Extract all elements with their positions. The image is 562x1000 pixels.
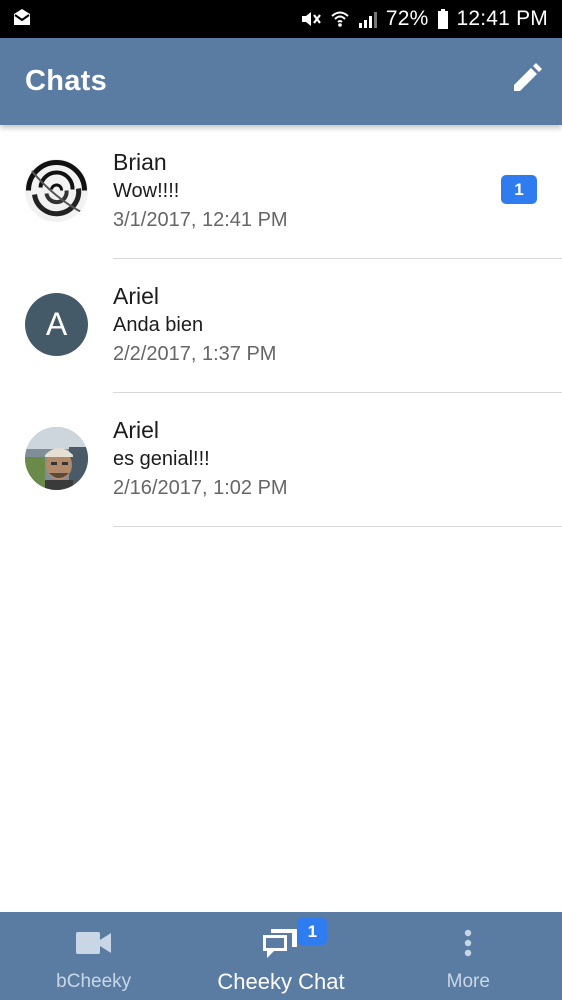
nav-label: More (446, 971, 490, 992)
bottom-nav: bCheeky 1 Cheeky Chat More (0, 912, 562, 1000)
timestamp: 2/2/2017, 1:37 PM (113, 343, 277, 365)
clock: 12:41 PM (456, 7, 548, 30)
swirl-image (25, 159, 88, 222)
timestamp: 2/16/2017, 1:02 PM (113, 477, 288, 499)
nav-item-more[interactable]: More (375, 912, 562, 1000)
app-bar: Chats (0, 38, 562, 125)
divider (113, 526, 562, 527)
timestamp: 3/1/2017, 12:41 PM (113, 209, 288, 231)
mail-notification-icon (12, 8, 32, 31)
unread-badge: 1 (501, 175, 537, 204)
wifi-icon (330, 9, 350, 29)
chat-list-item[interactable]: A Ariel Anda bien 2/2/2017, 1:37 PM (0, 259, 562, 393)
chat-text: Ariel es genial!!! 2/16/2017, 1:02 PM (113, 417, 288, 500)
video-camera-icon (75, 927, 112, 959)
status-bar: 72% 12:41 PM (0, 0, 562, 38)
battery-icon (437, 9, 449, 29)
chat-list-item[interactable]: Brian Wow!!!! 3/1/2017, 12:41 PM 1 (0, 125, 562, 259)
contact-name: Brian (113, 149, 167, 175)
nav-item-cheeky-chat[interactable]: 1 Cheeky Chat (187, 912, 374, 1000)
chat-count-badge: 1 (297, 918, 328, 945)
photo-image (25, 427, 88, 490)
more-vertical-icon (464, 927, 472, 959)
nav-label: bCheeky (56, 971, 132, 992)
chat-text: Brian Wow!!!! 3/1/2017, 12:41 PM (113, 149, 288, 232)
chat-list-item[interactable]: Ariel es genial!!! 2/16/2017, 1:02 PM (0, 393, 562, 527)
contact-name: Ariel (113, 283, 160, 309)
chat-list: Brian Wow!!!! 3/1/2017, 12:41 PM 1 A Ari… (0, 125, 562, 527)
nav-item-bcheeky[interactable]: bCheeky (0, 912, 187, 1000)
chat-bubbles-icon (262, 927, 299, 959)
contact-name: Ariel (113, 417, 160, 443)
status-right: 72% 12:41 PM (300, 7, 548, 31)
signal-icon (358, 10, 378, 28)
avatar: A (25, 293, 88, 356)
avatar (25, 159, 88, 222)
compose-button[interactable] (506, 62, 546, 102)
last-message: Wow!!!! (113, 180, 180, 202)
avatar (25, 427, 88, 490)
nav-label: Cheeky Chat (217, 969, 345, 994)
pencil-icon (510, 63, 542, 100)
chat-text: Ariel Anda bien 2/2/2017, 1:37 PM (113, 283, 276, 366)
last-message: es genial!!! (113, 448, 210, 470)
last-message: Anda bien (113, 314, 204, 336)
mute-vibrate-icon (300, 9, 322, 29)
status-left (12, 8, 32, 31)
battery-level: 72% (385, 7, 429, 30)
page-title: Chats (25, 65, 108, 97)
